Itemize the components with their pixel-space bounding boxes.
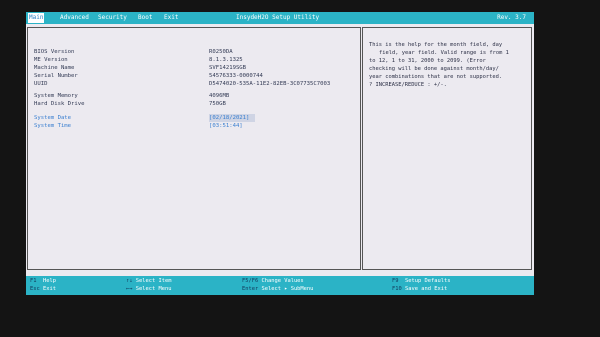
footer-exit[interactable]: Esc Exit (30, 285, 56, 293)
footer-label: Select Menu (135, 286, 172, 292)
up-down-arrows-icon: ↑↓ (126, 278, 133, 284)
help-panel: This is the help for the month field, da… (362, 27, 532, 270)
info-value: 8.1.3.1325 (209, 57, 243, 63)
footer-label: Help (43, 278, 56, 284)
footer-change-values[interactable]: F5/F6 Change Values (242, 277, 304, 285)
info-label: Machine Name (34, 65, 75, 71)
help-text-line: year combinations that are not supported… (369, 74, 503, 80)
info-value: 750GB (209, 101, 226, 107)
f5-f6-key: F5/F6 (242, 278, 259, 284)
left-right-arrows-icon: ←→ (126, 286, 133, 292)
info-label: System Memory (34, 93, 78, 99)
info-label: ME Version (34, 57, 68, 63)
info-row-serial-number: Serial Number 54576333-0000744 (31, 72, 361, 80)
help-text-line: This is the help for the month field, da… (369, 42, 503, 48)
info-row-me-version: ME Version 8.1.3.1325 (31, 56, 361, 64)
help-text-line: checking will be done against month/day/ (369, 66, 499, 72)
info-row-system-memory: System Memory 4096MB (31, 92, 361, 100)
tab-advanced[interactable]: Advanced (60, 13, 89, 23)
info-row-hard-disk: Hard Disk Drive 750GB (31, 100, 361, 108)
footer-label: Save and Exit (405, 286, 448, 292)
footer-save-exit[interactable]: F10 Save and Exit (392, 285, 447, 293)
info-row-uuid: UUID D5474020-535A-11E2-82EB-3C07735C700… (31, 80, 361, 88)
footer-label: Change Values (261, 278, 304, 284)
system-date-field[interactable]: [02/18/2021] (209, 114, 256, 122)
footer-help[interactable]: F1 Help (30, 277, 56, 285)
f1-key: F1 (30, 278, 37, 284)
tab-security[interactable]: Security (98, 13, 127, 23)
footer-label: Select ▸ SubMenu (261, 286, 314, 292)
f9-key: F9 (392, 278, 399, 284)
help-text-line: to 12, 1 to 31, 2000 to 2099. (Error (369, 58, 486, 64)
footer-label: Setup Defaults (405, 278, 451, 284)
footer-keybar: F1 Help Esc Exit ↑↓ Select Item ←→ Selec… (26, 276, 534, 295)
esc-key: Esc (30, 286, 40, 292)
footer-select-menu[interactable]: ←→ Select Menu (126, 285, 171, 293)
info-label: UUID (34, 81, 48, 87)
system-time-field[interactable]: [03:51:44] (209, 122, 243, 130)
info-value: D5474020-535A-11E2-82EB-3C07735C7003 (209, 81, 331, 87)
system-date-label: System Date (34, 115, 72, 121)
help-text-line: field, year field. Valid range is from 1 (379, 50, 509, 56)
menu-bar: Main Advanced Security Boot Exit InsydeH… (26, 12, 534, 24)
f10-key: F10 (392, 286, 402, 292)
footer-select-submenu[interactable]: Enter Select ▸ SubMenu (242, 285, 313, 293)
utility-title: InsydeH2O Setup Utility (236, 14, 320, 21)
system-time-row[interactable]: System Time [03:51:44] (31, 122, 361, 130)
info-label: BIOS Version (34, 49, 75, 55)
system-date-row[interactable]: System Date [02/18/2021] (31, 114, 361, 122)
info-row-bios-version: BIOS Version R0250DA (31, 48, 361, 56)
system-time-label: System Time (34, 123, 72, 129)
tab-exit[interactable]: Exit (164, 13, 178, 23)
footer-label: Exit (43, 286, 56, 292)
tab-main[interactable]: Main (28, 13, 45, 23)
footer-select-item[interactable]: ↑↓ Select Item (126, 277, 171, 285)
info-value: R0250DA (209, 49, 233, 55)
bios-screen: Main Advanced Security Boot Exit InsydeH… (26, 12, 534, 295)
main-panel: BIOS Version R0250DA ME Version 8.1.3.13… (27, 27, 361, 270)
enter-key: Enter (242, 286, 259, 292)
info-value: 54576333-0000744 (209, 73, 263, 79)
info-row-machine-name: Machine Name SVF14219SGB (31, 64, 361, 72)
revision-label: Rev. 3.7 (497, 14, 526, 21)
info-label: Serial Number (34, 73, 78, 79)
info-value: 4096MB (209, 93, 230, 99)
info-label: Hard Disk Drive (34, 101, 85, 107)
footer-label: Select Item (135, 278, 172, 284)
footer-setup-defaults[interactable]: F9 Setup Defaults (392, 277, 450, 285)
tab-boot[interactable]: Boot (138, 13, 152, 23)
help-text-line: ? INCREASE/REDUCE : +/-. (369, 82, 447, 88)
info-value: SVF14219SGB (209, 65, 247, 71)
